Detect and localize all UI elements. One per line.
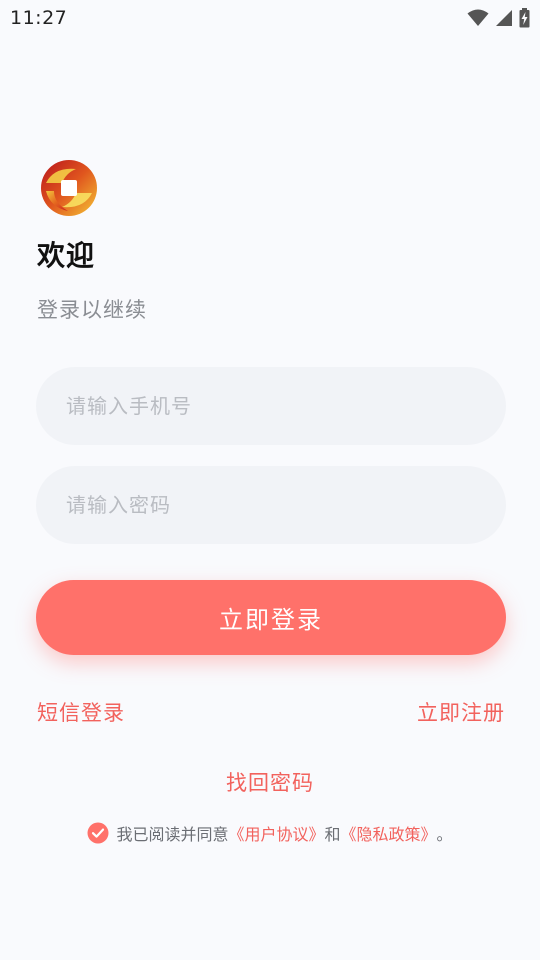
app-logo — [41, 160, 97, 216]
agreement-suffix: 。 — [436, 825, 453, 844]
status-bar: 11:27 — [0, 0, 540, 36]
agreement-row: 我已阅读并同意 《用户协议》 和 《隐私政策》 。 — [0, 821, 540, 845]
login-button[interactable]: 立即登录 — [36, 580, 506, 655]
phone-input[interactable] — [36, 367, 506, 445]
agreement-prefix: 我已阅读并同意 — [116, 825, 229, 844]
welcome-title: 欢迎 — [37, 239, 96, 272]
checkbox-checked-icon[interactable] — [87, 822, 109, 844]
wifi-icon — [467, 9, 489, 26]
agreement-conjunction: 和 — [324, 825, 341, 844]
cellular-signal-icon — [496, 10, 512, 26]
status-icons — [467, 8, 530, 28]
privacy-policy-link[interactable]: 《隐私政策》 — [341, 821, 437, 845]
welcome-subtitle: 登录以继续 — [37, 298, 147, 322]
user-agreement-link[interactable]: 《用户协议》 — [228, 821, 324, 845]
sms-login-link[interactable]: 短信登录 — [37, 697, 125, 727]
forgot-password-link[interactable]: 找回密码 — [0, 767, 540, 797]
status-time: 11:27 — [10, 7, 68, 29]
battery-charging-icon — [519, 8, 530, 28]
password-input[interactable] — [36, 466, 506, 544]
register-link[interactable]: 立即注册 — [417, 697, 505, 727]
